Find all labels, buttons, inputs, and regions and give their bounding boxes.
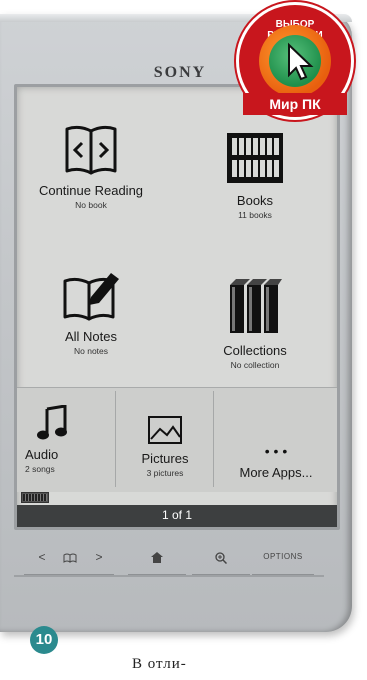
music-note-icon	[37, 405, 67, 440]
open-book-arrows-icon	[65, 125, 117, 175]
tile-pictures[interactable]: Pictures 3 pictures	[121, 415, 209, 478]
tile-title: Continue Reading	[38, 183, 144, 198]
tile-books[interactable]: Books 11 books	[195, 131, 315, 220]
picture-icon	[148, 416, 182, 444]
tile-subtitle: 11 books	[238, 210, 272, 220]
book-icon	[63, 553, 77, 563]
eink-screen: Continue Reading No book Books 11 books …	[14, 84, 340, 530]
article-text: В отли-	[132, 656, 187, 672]
editors-choice-badge: ВЫБОР РЕДАКЦИИ Мир ПК	[236, 2, 354, 120]
tile-title: Collections	[223, 343, 287, 358]
divider	[213, 391, 214, 487]
options-label: OPTIONS	[263, 552, 303, 561]
tile-title: Pictures	[141, 451, 189, 466]
page-indicator: 1 of 1	[161, 508, 193, 522]
tile-title: Books	[236, 193, 274, 208]
tile-title: All Notes	[64, 329, 118, 344]
tile-subtitle: No collection	[230, 360, 280, 370]
tile-subtitle: No notes	[73, 346, 109, 356]
divider	[115, 391, 116, 487]
brand-logo: SONY	[153, 64, 207, 81]
zoom-button[interactable]	[192, 540, 250, 575]
cursor-icon	[288, 42, 314, 81]
figure-number: 10	[30, 626, 58, 654]
tile-all-notes[interactable]: All Notes No notes	[31, 267, 151, 356]
tile-collections[interactable]: Collections No collection	[195, 277, 315, 370]
battery-icon	[21, 492, 49, 503]
tile-subtitle: 2 songs	[25, 464, 55, 474]
next-page-button[interactable]: >	[84, 540, 114, 575]
home-button[interactable]	[128, 540, 186, 575]
tile-subtitle: No book	[75, 200, 107, 210]
page-indicator-bar: 1 of 1	[17, 505, 337, 527]
tile-audio[interactable]: Audio 2 songs	[25, 405, 109, 474]
options-button[interactable]: OPTIONS	[252, 540, 314, 575]
tile-title: More Apps...	[239, 465, 313, 480]
dots-icon: • • •	[264, 443, 288, 459]
button-rail	[14, 575, 324, 577]
next-label: >	[95, 550, 103, 564]
home-icon	[151, 552, 163, 564]
badge-orange-ring	[259, 25, 331, 97]
tile-continue-reading[interactable]: Continue Reading No book	[31, 123, 151, 210]
tile-more-apps[interactable]: • • • More Apps...	[217, 443, 335, 480]
bookmark-button[interactable]	[56, 540, 84, 575]
tile-title: Audio	[25, 447, 59, 462]
prev-label: <	[38, 550, 46, 564]
bookshelf-icon	[227, 133, 283, 183]
tile-subtitle: 3 pictures	[146, 468, 184, 478]
prev-page-button[interactable]: <	[24, 540, 60, 575]
badge-bottom-label: Мир ПК	[243, 93, 347, 115]
book-pen-icon	[63, 273, 119, 321]
badge-green-disc	[269, 35, 321, 87]
book-stack-icon	[230, 279, 282, 333]
zoom-icon	[215, 552, 228, 564]
